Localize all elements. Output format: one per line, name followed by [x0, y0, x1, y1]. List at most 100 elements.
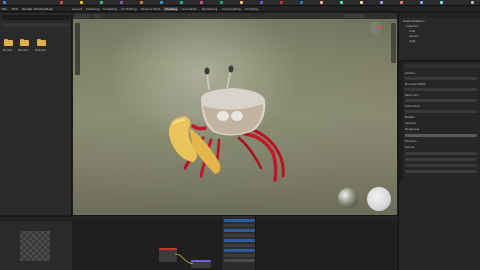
sidebar-tabs[interactable] [391, 23, 396, 63]
app-tab-icon[interactable] [220, 1, 223, 4]
property-field[interactable] [405, 77, 477, 80]
panel-title[interactable]: Subsurface [405, 105, 420, 108]
app-tab-icon[interactable] [140, 1, 143, 4]
shader-item[interactable] [224, 244, 255, 247]
shader-item[interactable] [224, 249, 255, 252]
mode-dropdown[interactable] [75, 14, 89, 18]
properties-tab-column[interactable] [399, 62, 403, 182]
outliner-root[interactable]: Scene Collection [403, 20, 425, 23]
viewport-header [73, 13, 397, 19]
workspace-tab[interactable]: Modeling [84, 7, 102, 11]
fiddler-crab-model[interactable] [163, 58, 313, 188]
3d-viewport[interactable] [73, 13, 397, 215]
shader-node-editor[interactable] [73, 220, 220, 270]
outliner-header [399, 13, 480, 18]
close-icon[interactable] [471, 1, 474, 4]
app-tab-icon[interactable] [380, 1, 383, 4]
panel-title[interactable]: Base Color [405, 94, 419, 97]
app-tab-icon[interactable] [440, 1, 443, 4]
app-tab-icon[interactable] [120, 1, 123, 4]
workspace-tab[interactable]: Animation [180, 7, 199, 11]
folder-label: Textures [35, 49, 46, 52]
outliner-item[interactable]: Camera [409, 35, 419, 38]
app-tab-icon[interactable] [320, 1, 323, 4]
menu-window[interactable]: Window [34, 7, 46, 11]
panel-title[interactable]: Roughness [405, 128, 419, 131]
image-editor-header [0, 217, 72, 222]
outliner-item[interactable]: Light [409, 40, 415, 43]
workspace-tab[interactable]: Texture Paint [139, 7, 162, 11]
app-tab-icon[interactable] [420, 1, 423, 4]
properties-header [404, 64, 479, 68]
image-canvas[interactable] [20, 231, 50, 261]
app-tab-icon[interactable] [160, 1, 163, 4]
outliner-item[interactable]: Crab [409, 30, 415, 33]
app-tab-icon[interactable] [100, 1, 103, 4]
menu-help[interactable]: Help [46, 7, 53, 11]
workspace-tab[interactable]: Compositing [220, 7, 243, 11]
tool-shelf[interactable] [75, 23, 80, 75]
panel-title[interactable]: Normal [405, 146, 414, 149]
bottom-right-editor [257, 220, 398, 270]
browser-icon[interactable] [3, 1, 6, 4]
app-tab-icon[interactable] [340, 1, 343, 4]
panel-title[interactable]: Surface [405, 72, 415, 75]
shader-item[interactable] [224, 254, 255, 257]
property-field[interactable] [405, 170, 477, 173]
outliner-item[interactable]: Collection [406, 25, 419, 28]
folder-icon[interactable] [4, 39, 13, 46]
slider-field[interactable] [405, 134, 477, 137]
panel-title[interactable]: Principled BSDF [405, 83, 425, 86]
view-menu[interactable] [93, 14, 101, 18]
folder-label: Renders [18, 49, 29, 52]
folder-icon[interactable] [20, 39, 29, 46]
image-editor-panel [0, 216, 72, 270]
properties-panel: Surface Principled BSDF Base Color Subsu… [398, 62, 480, 270]
menu-edit[interactable]: Edit [12, 7, 18, 11]
property-field[interactable] [405, 88, 477, 91]
app-tab-icon[interactable] [360, 1, 363, 4]
panel-title[interactable]: Metallic [405, 116, 415, 119]
outliner-panel: Scene Collection Collection Crab Camera … [398, 13, 480, 61]
menu-file[interactable]: File [2, 7, 7, 11]
material-preview-sphere-icon [367, 187, 391, 211]
app-tab-icon[interactable] [240, 1, 243, 4]
hdri-preview-sphere-icon [338, 188, 358, 208]
workspace-tab[interactable]: Layout [70, 7, 84, 11]
workspace-tab[interactable]: Rendering [200, 7, 219, 11]
navigation-gizmo-icon[interactable] [368, 21, 382, 35]
panel-title[interactable]: Specular [405, 122, 416, 125]
shader-item[interactable] [224, 219, 255, 222]
folder-icon[interactable] [37, 39, 46, 46]
app-tab-icon[interactable] [400, 1, 403, 4]
shading-buttons[interactable] [343, 14, 365, 18]
app-tab-icon[interactable] [260, 1, 263, 4]
property-field[interactable] [405, 110, 477, 113]
property-field[interactable] [405, 152, 477, 155]
workspace-tab-active[interactable]: Shading [163, 7, 180, 11]
workspace-tab[interactable]: Sculpting [101, 7, 119, 11]
file-browser-toolbar [2, 23, 70, 27]
app-tab-icon[interactable] [200, 1, 203, 4]
shader-item[interactable] [224, 239, 255, 242]
shader-item[interactable] [224, 224, 255, 227]
menu-render[interactable]: Render [22, 7, 33, 11]
file-path-field[interactable] [2, 15, 70, 20]
app-tab-icon[interactable] [180, 1, 183, 4]
workspace-tab[interactable]: Scripting [243, 7, 260, 11]
app-tab-icon[interactable] [300, 1, 303, 4]
property-field[interactable] [405, 158, 477, 161]
shader-item[interactable] [224, 229, 255, 232]
workspace-tab[interactable]: UV Editing [119, 7, 139, 11]
file-browser-panel: Models Renders Textures [0, 13, 72, 215]
shader-item[interactable] [224, 234, 255, 237]
app-tab-icon[interactable] [80, 1, 83, 4]
app-tab-icon[interactable] [280, 1, 283, 4]
app-tab-icon[interactable] [60, 1, 63, 4]
shader-add-menu [221, 216, 256, 270]
panel-title[interactable]: Emission [405, 140, 417, 143]
shader-item[interactable] [224, 259, 255, 262]
property-field[interactable] [405, 99, 477, 102]
blender-top-bar: File Edit Render Window Help Layout Mode… [0, 6, 480, 12]
property-field[interactable] [405, 164, 477, 167]
